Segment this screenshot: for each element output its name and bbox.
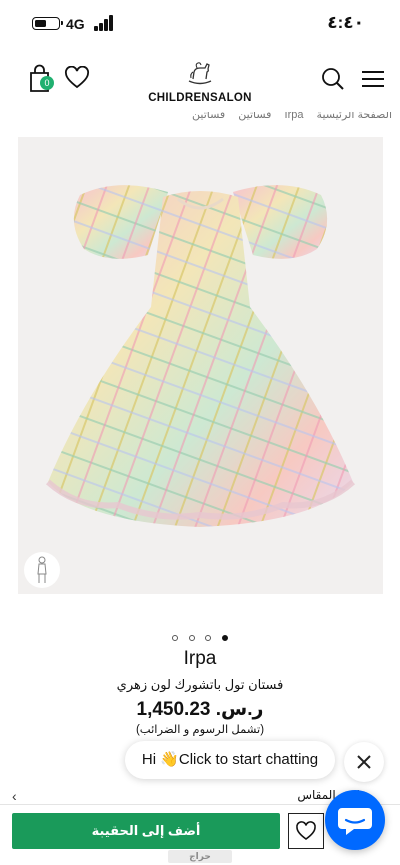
close-icon (357, 755, 371, 769)
rocking-horse-logo (188, 62, 212, 85)
wishlist-button[interactable] (64, 65, 90, 90)
signal-icon (94, 15, 114, 31)
gallery-pagination (0, 628, 400, 646)
pagination-dot[interactable] (205, 635, 212, 641)
childrensalon-logo[interactable]: CHILDRENSALON (130, 60, 270, 110)
chat-close-button[interactable] (344, 742, 384, 782)
add-to-bag-button[interactable]: أضف إلى الحقيبة (12, 813, 280, 849)
site-header: 0 CHILDRENSALON (0, 54, 400, 114)
bag-count-badge: 0 (40, 76, 54, 90)
network-type: 4G (66, 16, 85, 32)
product-title: فستان تول باتشورك لون زهري (116, 677, 284, 692)
pagination-dot[interactable] (188, 635, 195, 641)
heart-icon (65, 65, 89, 89)
pagination-dot[interactable] (172, 635, 179, 641)
model-size-thumbnail[interactable] (24, 552, 60, 588)
tax-note: (تشمل الرسوم و الضرائب) (135, 724, 265, 736)
breadcrumb: الصفحة الرئيسية Irpa فساتين فساتين (182, 112, 392, 124)
product-price: ر.س. 1,450.23 (136, 699, 264, 720)
watermark: حراج (168, 850, 232, 863)
model-figure-icon (37, 556, 47, 583)
chevron-left-icon: ‹ (12, 788, 17, 804)
breadcrumb-item[interactable]: الصفحة الرئيسية (317, 112, 392, 121)
chat-prompt-bubble[interactable]: Hi 👋Click to start chatting (125, 741, 335, 779)
product-image-gallery[interactable] (18, 137, 383, 594)
breadcrumb-item[interactable]: فساتين (238, 112, 271, 121)
heart-icon (296, 821, 316, 840)
breadcrumb-item[interactable]: Irpa (285, 112, 304, 121)
hamburger-menu-icon[interactable] (362, 70, 384, 88)
clock: ٤:٤٠ (327, 13, 364, 32)
chat-launcher-button[interactable] (325, 790, 385, 850)
search-icon (322, 68, 344, 90)
status-bar: 4G ٤:٤٠ (0, 0, 400, 46)
chat-bubble-icon (338, 808, 372, 835)
battery-icon (32, 17, 63, 30)
add-to-wishlist-button[interactable] (288, 813, 324, 849)
search-button[interactable] (320, 66, 346, 92)
product-brand[interactable]: Irpa (0, 648, 400, 670)
breadcrumb-item[interactable]: فساتين (192, 112, 225, 121)
pagination-dot-active[interactable] (221, 635, 228, 641)
dress-image (45, 185, 356, 527)
logo-text: CHILDRENSALON (148, 92, 252, 104)
